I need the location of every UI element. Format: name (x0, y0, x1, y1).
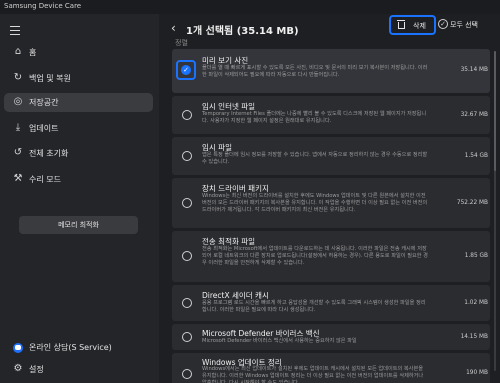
app-title: Samsung Device Care (4, 2, 82, 10)
item-checkbox[interactable] (182, 332, 192, 342)
item-description: 폴더를 열 때 빠르게 표시할 수 있도록 모든 사진, 비디오 및 문서의 미… (202, 65, 428, 78)
sidebar: ⌂ 홈 ↻ 백업 및 복원 ◎ 저장공간 ⤓ 업데이트 ↺ 전체 초기화 ⚒ 수… (0, 14, 159, 383)
online-support-label: 온라인 상담(S Service) (29, 343, 112, 352)
sidebar-item-label: 업데이트 (29, 124, 59, 133)
item-size: 14.15 MB (460, 334, 488, 340)
online-support-item[interactable]: 온라인 상담(S Service) (4, 340, 153, 356)
item-checkbox[interactable] (182, 151, 192, 161)
settings-item[interactable]: ⚙ 설정 (4, 362, 153, 378)
sidebar-item-update[interactable]: ⤓ 업데이트 (4, 119, 153, 138)
backup-icon: ↻ (13, 72, 23, 83)
sidebar-item-backup[interactable]: ↻ 백업 및 복원 (4, 69, 153, 88)
sidebar-item-home[interactable]: ⌂ 홈 (4, 43, 153, 62)
item-checkbox[interactable] (182, 110, 192, 120)
trash-icon (397, 19, 405, 29)
sidebar-item-reset[interactable]: ↺ 전체 초기화 (4, 144, 153, 163)
item-size: 35.14 MB (460, 67, 488, 73)
item-description: 응용 프로그램 로드 시간을 빠르게 하고 응답성을 개선할 수 있도록 그래픽… (202, 300, 426, 313)
sidebar-item-label: 저장공간 (29, 98, 59, 107)
list-item[interactable]: 전송 최적화 파일 전송 최적화는 Microsoft에서 업데이트를 다운로드… (172, 231, 490, 282)
sidebar-item-label: 홈 (29, 48, 37, 57)
cleanup-list: ✓ 미리 보기 사진 폴더를 열 때 빠르게 표시할 수 있도록 모든 사진, … (172, 49, 490, 383)
memory-optimize-button[interactable]: 메모리 최적화 (19, 216, 138, 234)
home-icon: ⌂ (14, 46, 22, 57)
item-description: 앱은 특정 폴더에 임시 정보를 저장할 수 있습니다. 앱에서 자동으로 정리… (202, 152, 428, 165)
window-titlebar: Samsung Device Care (0, 0, 500, 14)
back-arrow-icon[interactable]: ‹ (171, 21, 176, 35)
delete-button-label: 삭제 (413, 22, 426, 30)
page-title: 1개 선택됨 (35.14 MB) (186, 26, 299, 37)
item-size: 32.67 MB (460, 112, 488, 118)
item-description: 전송 최적화는 Microsoft에서 업데이트를 다운로드하는 데 사용됩니다… (202, 246, 428, 266)
hamburger-menu-icon[interactable] (10, 26, 20, 36)
list-item[interactable]: Windows 업데이트 정리 Windows에서는 최신 업데이트가 설치된 … (172, 353, 490, 383)
check-icon: ✓ (181, 65, 191, 75)
select-all-label: 모두 선택 (450, 21, 478, 29)
list-item[interactable]: 장치 드라이버 패키지 Windows는 최신 버전의 드라이버를 설치한 후에… (172, 178, 490, 228)
item-size: 190 MB (466, 370, 488, 376)
item-checkbox[interactable]: ✓ (176, 60, 196, 80)
scrollbar-thumb[interactable] (494, 51, 496, 171)
item-size: 1.54 GB (464, 153, 488, 159)
sidebar-item-label: 전체 초기화 (29, 149, 69, 158)
sidebar-item-label: 백업 및 복원 (29, 74, 71, 83)
item-size: 1.02 MB (464, 300, 488, 306)
chat-icon (13, 343, 23, 353)
list-item[interactable]: Microsoft Defender 바이러스 백신 Microsoft Def… (172, 324, 490, 350)
item-checkbox[interactable] (182, 198, 192, 208)
sidebar-item-label: 수리 모드 (29, 175, 61, 184)
list-scrollbar[interactable] (494, 51, 496, 371)
gear-icon: ⚙ (13, 363, 23, 374)
list-item[interactable]: ✓ 미리 보기 사진 폴더를 열 때 빠르게 표시할 수 있도록 모든 사진, … (172, 49, 490, 93)
item-checkbox[interactable] (182, 298, 192, 308)
list-item[interactable]: 임시 파일 앱은 특정 폴더에 임시 정보를 저장할 수 있습니다. 앱에서 자… (172, 137, 490, 175)
item-size: 1.85 GB (464, 253, 488, 259)
wrench-icon: ⚒ (13, 173, 23, 184)
list-item[interactable]: DirectX 세이더 캐시 응용 프로그램 로드 시간을 빠르게 하고 응답성… (172, 285, 490, 321)
settings-label: 설정 (29, 365, 44, 374)
sidebar-item-repair[interactable]: ⚒ 수리 모드 (4, 170, 153, 189)
reset-icon: ↺ (13, 147, 23, 158)
storage-icon: ◎ (13, 96, 23, 107)
item-description: Microsoft Defender 바이러스 백신에서 사용하는 중요하지 않… (202, 338, 357, 344)
sidebar-item-storage[interactable]: ◎ 저장공간 (4, 93, 153, 112)
item-checkbox[interactable] (182, 251, 192, 261)
item-description: Temporary Internet Files 폴더에는 나중에 빨리 볼 수… (202, 111, 427, 124)
download-icon: ⤓ (15, 122, 21, 133)
list-item[interactable]: 임시 인터넷 파일 Temporary Internet Files 폴더에는 … (172, 96, 490, 134)
delete-button[interactable]: 삭제 (389, 15, 436, 35)
check-circle-icon: ✓ (438, 19, 448, 29)
item-description: Windows에서는 최신 업데이트가 설치된 후에도 업데이트 캐시에서 설치… (202, 366, 424, 383)
sort-dropdown[interactable]: 정렬 (175, 38, 188, 48)
item-checkbox[interactable] (182, 369, 192, 379)
main-panel: ‹ 1개 선택됨 (35.14 MB) 삭제 ✓ 모두 선택 정렬 ✓ 미리 보… (159, 14, 500, 383)
item-size: 752.22 MB (456, 200, 488, 206)
item-description: Windows는 최신 버전의 드라이버를 설치한 후에도 Windows 업데… (202, 193, 428, 213)
